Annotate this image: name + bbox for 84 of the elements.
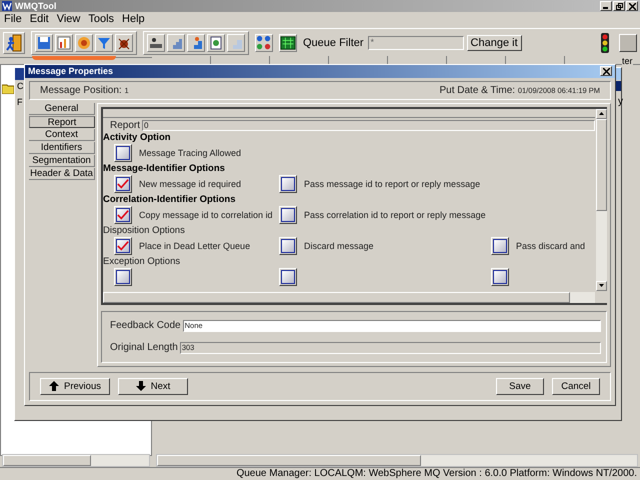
faded-icon[interactable]: [227, 34, 245, 52]
restore-icon: [616, 2, 622, 10]
menu-item[interactable]: Edit: [30, 13, 49, 25]
report-label: Report: [110, 120, 140, 131]
tab[interactable]: Segmentation: [29, 154, 95, 167]
checkbox[interactable]: [114, 268, 132, 286]
horizontal-scrollbar[interactable]: [2, 454, 150, 467]
tab[interactable]: General: [29, 102, 95, 115]
option-label: New message id required: [139, 179, 242, 190]
option-label: Pass message id to report or reply message: [304, 179, 480, 190]
checkbox[interactable]: [491, 237, 509, 256]
dialog-title: Message Properties: [28, 66, 114, 76]
vertical-scrollbar[interactable]: [596, 108, 607, 291]
close-button[interactable]: [626, 1, 638, 11]
close-icon: [602, 68, 610, 75]
down-arrow-icon: [599, 284, 604, 288]
section-title: Correlation-Identifier Options: [103, 194, 236, 206]
checkbox[interactable]: [279, 268, 297, 286]
original-length-label: Original Length: [110, 342, 178, 354]
option-label: Place in Dead Letter Queue: [139, 241, 250, 252]
checkbox[interactable]: [279, 175, 297, 194]
previous-button[interactable]: Previous: [40, 378, 110, 395]
queue-filter-field[interactable]: *: [368, 36, 464, 50]
exit-icon[interactable]: [3, 32, 25, 54]
option-label: Message Tracing Allowed: [139, 148, 242, 158]
option-label: Pass discard and: [516, 241, 586, 252]
restore-button[interactable]: [613, 1, 625, 11]
down-arrow-icon: [136, 381, 146, 392]
tab[interactable]: Context: [29, 128, 95, 141]
window-title: WMQTool: [15, 1, 56, 11]
queue-filter-label: Queue Filter: [303, 37, 364, 49]
folder-icon: [2, 84, 14, 94]
column-header: ter: [622, 56, 633, 67]
checkbox[interactable]: [279, 237, 297, 256]
circuit-board-icon[interactable]: [279, 34, 297, 52]
menu-item[interactable]: View: [56, 13, 80, 25]
option-label: Pass correlation id to report or reply message: [304, 210, 486, 220]
minimize-button[interactable]: [600, 1, 612, 11]
bug-icon[interactable]: [115, 34, 133, 52]
queues-icon[interactable]: [255, 34, 273, 52]
section-title: Message-Identifier Options: [103, 162, 226, 175]
next-button[interactable]: Next: [118, 378, 188, 395]
option-label: Copy message id to correlation id: [139, 210, 273, 220]
checkbox[interactable]: [114, 144, 132, 162]
up-arrow-icon: [49, 381, 60, 392]
chart-icon[interactable]: [55, 34, 73, 52]
status-bar: Queue Manager: LOCALQM: WebSphere MQ Version : 6.0.0 Platform: Windows NT/2000.: [0, 467, 640, 480]
queue-icon[interactable]: [147, 34, 165, 52]
option-label: Discard message: [304, 241, 374, 252]
background-label: C: [17, 81, 24, 91]
close-icon: [628, 2, 636, 10]
checkbox[interactable]: [114, 237, 132, 256]
section-title: Activity Option: [103, 132, 172, 144]
tab[interactable]: Header & Data: [29, 168, 95, 180]
feedback-code-label: Feedback Code: [110, 320, 181, 332]
section-title: Disposition Options: [103, 224, 186, 237]
horizontal-scrollbar[interactable]: [103, 292, 595, 303]
save-button[interactable]: Save: [496, 378, 544, 395]
checkbox[interactable]: [114, 206, 132, 224]
up-arrow-icon: [599, 112, 604, 116]
section-title: Exception Options: [103, 256, 182, 268]
checkbox[interactable]: [491, 268, 509, 286]
funnel-icon[interactable]: [95, 34, 113, 52]
report-field[interactable]: 0: [142, 120, 595, 131]
close-button[interactable]: [600, 66, 612, 76]
traffic-light-icon: [600, 33, 610, 53]
menu-item[interactable]: Tools: [88, 13, 114, 25]
ring-icon[interactable]: [75, 34, 93, 52]
menu-item[interactable]: File: [4, 13, 22, 25]
horizontal-scrollbar[interactable]: [156, 454, 638, 467]
change-button[interactable]: Change it: [466, 35, 522, 51]
checkbox[interactable]: [279, 206, 297, 224]
app-logo-icon: [2, 1, 12, 11]
tab[interactable]: Report: [29, 116, 95, 128]
page-icon[interactable]: [207, 34, 225, 52]
tab[interactable]: Identifiers: [29, 142, 95, 154]
square-button[interactable]: [619, 34, 637, 52]
menu-item[interactable]: Help: [122, 13, 145, 25]
checkbox[interactable]: [114, 175, 132, 194]
stairs-icon[interactable]: [167, 34, 185, 52]
floppy-icon[interactable]: [35, 34, 53, 52]
cancel-button[interactable]: Cancel: [552, 378, 600, 395]
person-icon[interactable]: [187, 34, 205, 52]
background-label: F: [17, 97, 22, 107]
